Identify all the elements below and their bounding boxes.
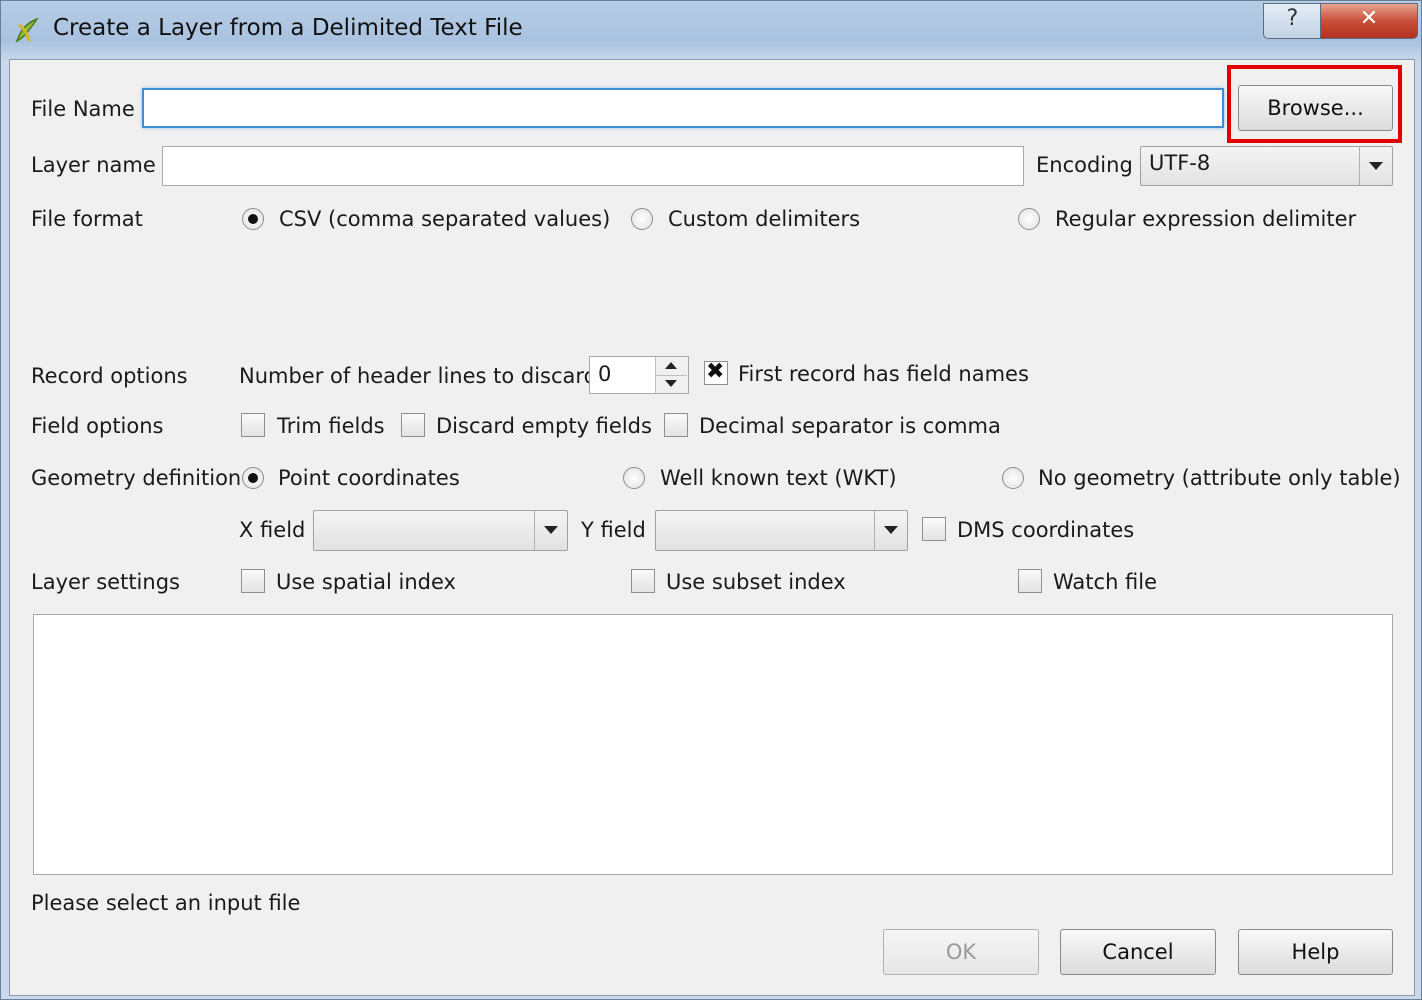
spatial-index-checkbox[interactable] (241, 569, 265, 593)
chevron-down-icon (534, 511, 567, 550)
ok-button[interactable]: OK (883, 929, 1039, 975)
title-help-button[interactable]: ? (1263, 3, 1321, 39)
subset-index-label: Use subset index (666, 570, 846, 594)
spin-buttons (655, 357, 688, 393)
browse-button[interactable]: Browse... (1238, 85, 1393, 131)
trim-fields-label: Trim fields (277, 414, 385, 438)
dialog-window: Create a Layer from a Delimited Text Fil… (0, 0, 1422, 1000)
radio-custom-delimiters[interactable] (631, 208, 653, 230)
radio-point-coordinates-label: Point coordinates (278, 466, 460, 490)
title-close-button[interactable]: ✕ (1320, 3, 1418, 39)
y-field-select[interactable] (655, 510, 908, 551)
file-name-input[interactable] (142, 88, 1224, 128)
radio-wkt-label: Well known text (WKT) (660, 466, 897, 490)
sample-data-preview[interactable] (33, 614, 1393, 875)
spatial-index-label: Use spatial index (276, 570, 456, 594)
y-field-label: Y field (581, 518, 646, 542)
decimal-comma-label: Decimal separator is comma (699, 414, 1001, 438)
radio-no-geometry-label: No geometry (attribute only table) (1038, 466, 1401, 490)
discard-empty-label: Discard empty fields (436, 414, 652, 438)
chevron-down-icon (1359, 147, 1392, 185)
x-field-select[interactable] (313, 510, 568, 551)
record-options-label: Record options (31, 364, 188, 388)
chevron-down-icon (874, 511, 907, 550)
discard-empty-checkbox[interactable] (401, 413, 425, 437)
window-title: Create a Layer from a Delimited Text Fil… (53, 15, 523, 41)
radio-csv-label: CSV (comma separated values) (279, 207, 611, 231)
geometry-label: Geometry definition (31, 466, 242, 490)
first-record-checkbox[interactable] (704, 359, 728, 385)
encoding-select[interactable]: UTF-8 (1140, 146, 1393, 186)
spin-down-icon[interactable] (656, 375, 687, 393)
radio-csv[interactable] (242, 208, 264, 230)
dms-label: DMS coordinates (957, 518, 1135, 542)
spin-up-icon[interactable] (656, 357, 687, 376)
radio-point-coordinates[interactable] (242, 467, 264, 489)
file-format-label: File format (31, 207, 143, 231)
subset-index-checkbox[interactable] (631, 569, 655, 593)
radio-custom-delimiters-label: Custom delimiters (668, 207, 861, 231)
layer-settings-label: Layer settings (31, 570, 180, 594)
dms-checkbox[interactable] (922, 517, 946, 541)
cancel-button[interactable]: Cancel (1060, 929, 1216, 975)
header-lines-label: Number of header lines to discard (239, 364, 597, 388)
qgis-icon (15, 17, 39, 43)
close-icon: ✕ (1359, 6, 1379, 31)
x-field-label: X field (239, 518, 306, 542)
field-options-label: Field options (31, 414, 164, 438)
title-bar[interactable]: Create a Layer from a Delimited Text Fil… (1, 1, 1421, 59)
first-record-label: First record has field names (738, 362, 1029, 386)
file-name-label: File Name (31, 97, 135, 121)
help-button[interactable]: Help (1238, 929, 1393, 975)
help-icon: ? (1286, 6, 1299, 31)
header-lines-value: 0 (598, 362, 612, 386)
radio-no-geometry[interactable] (1002, 467, 1024, 489)
radio-regex-delimiter-label: Regular expression delimiter (1055, 207, 1357, 231)
watch-file-checkbox[interactable] (1018, 569, 1042, 593)
trim-fields-checkbox[interactable] (241, 413, 265, 437)
watch-file-label: Watch file (1053, 570, 1158, 594)
radio-wkt[interactable] (623, 467, 645, 489)
radio-regex-delimiter[interactable] (1018, 208, 1040, 230)
decimal-comma-checkbox[interactable] (664, 413, 688, 437)
layer-name-label: Layer name (31, 153, 156, 177)
layer-name-input[interactable] (162, 146, 1024, 186)
status-text: Please select an input file (31, 891, 301, 915)
encoding-value: UTF-8 (1149, 151, 1211, 175)
encoding-label: Encoding (1036, 153, 1133, 177)
header-lines-spinbox[interactable]: 0 (589, 356, 689, 394)
